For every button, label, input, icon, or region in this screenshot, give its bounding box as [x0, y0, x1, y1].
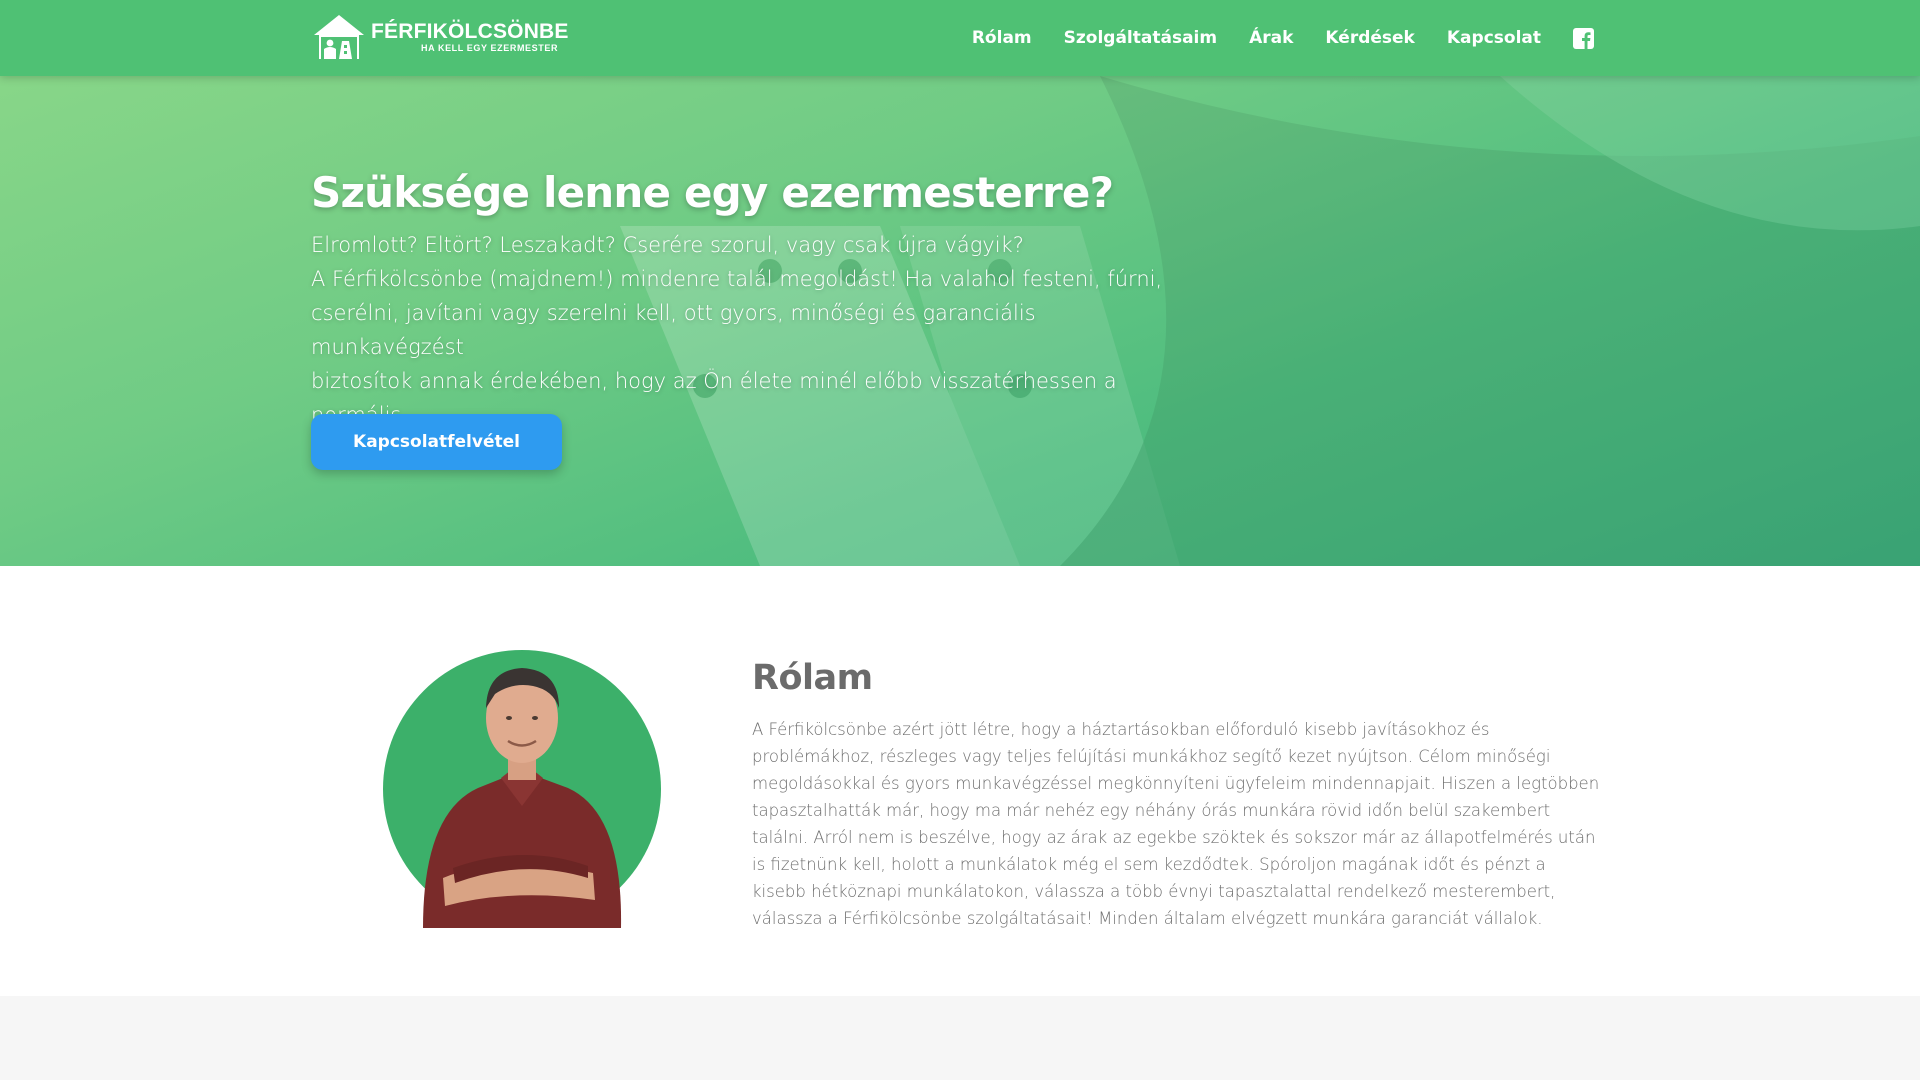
nav-link-szolgaltatasaim[interactable]: Szolgáltatásaim — [1064, 28, 1217, 48]
hero-line: cserélni, javítani vagy szerelni kell, o… — [311, 301, 1036, 359]
hero-line: Elromlott? Eltört? Leszakadt? Cserére sz… — [311, 233, 1024, 257]
logo-subtitle: HA KELL EGY EZERMESTER — [421, 42, 559, 53]
about-title: Rólam — [752, 658, 873, 698]
logo-text: FÉRFIKÖLCSÖNBE HA KELL EGY EZERMESTER — [371, 19, 569, 54]
about-text: A Férfikölcsönbe azért jött létre, hogy … — [752, 720, 1600, 928]
portrait-photo — [383, 650, 661, 928]
site-header: FÉRFIKÖLCSÖNBE HA KELL EGY EZERMESTER Ró… — [0, 0, 1920, 76]
hero-title: Szüksége lenne egy ezermesterre? — [311, 168, 1114, 217]
nav-link-kapcsolat[interactable]: Kapcsolat — [1447, 28, 1541, 48]
contact-button[interactable]: Kapcsolatfelvétel — [311, 414, 562, 470]
hero-section: Szüksége lenne egy ezermesterre? Elromlo… — [0, 76, 1920, 566]
nav-link-arak[interactable]: Árak — [1249, 28, 1293, 48]
avatar — [383, 638, 661, 928]
nav-link-kerdesek[interactable]: Kérdések — [1325, 28, 1414, 48]
house-logo-icon — [314, 15, 364, 59]
main-nav: Rólam Szolgáltatásaim Árak Kérdések Kapc… — [940, 0, 1594, 76]
hero-line: A Férfikölcsönbe (majdnem!) mindenre tal… — [311, 267, 1163, 291]
next-section-band — [0, 996, 1920, 1080]
site-logo[interactable]: FÉRFIKÖLCSÖNBE HA KELL EGY EZERMESTER — [311, 11, 569, 63]
nav-link-rolam[interactable]: Rólam — [972, 28, 1032, 48]
about-section: Rólam A Férfikölcsönbe azért jött létre,… — [0, 566, 1920, 996]
facebook-icon[interactable] — [1573, 27, 1594, 49]
logo-title: FÉRFIKÖLCSÖNBE — [371, 19, 569, 43]
